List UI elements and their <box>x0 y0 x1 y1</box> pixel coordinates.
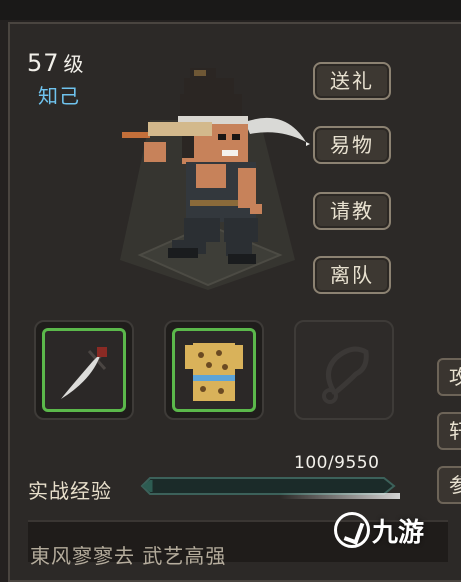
relation-status: 知己 <box>38 84 80 108</box>
armor-slot-frame <box>172 328 256 412</box>
side-tab-third[interactable]: 参 <box>437 466 461 504</box>
gift-button[interactable]: 送礼 <box>313 62 391 100</box>
level-unit: 级 <box>63 52 85 76</box>
character-level: 57 级 <box>27 48 85 77</box>
accessory-slot[interactable] <box>294 320 394 420</box>
empty-accessory-icon <box>322 346 369 404</box>
experience-value: 100/9550 <box>294 453 380 473</box>
side-tab-attack[interactable]: 攻 <box>437 358 461 396</box>
level-number: 57 <box>27 49 60 77</box>
highlight-glow <box>280 493 400 499</box>
watermark-logo-icon <box>334 512 370 548</box>
leopard-vest-icon <box>185 343 243 401</box>
trade-button[interactable]: 易物 <box>313 126 391 164</box>
weapon-slot-frame <box>42 328 126 412</box>
leave-team-button[interactable]: 离队 <box>313 256 391 294</box>
learn-button[interactable]: 请教 <box>313 192 391 230</box>
bottom-info-text: 東风寥寥去 武艺高强 <box>30 544 227 568</box>
side-tab-second[interactable]: 轩 <box>437 412 461 450</box>
experience-label: 实战经验 <box>28 479 112 503</box>
armor-slot[interactable] <box>164 320 264 420</box>
top-bar <box>0 0 461 20</box>
weapon-slot[interactable] <box>34 320 134 420</box>
machete-icon <box>61 347 107 399</box>
watermark-text: 九游 <box>372 518 425 548</box>
character-portrait[interactable] <box>120 50 310 280</box>
